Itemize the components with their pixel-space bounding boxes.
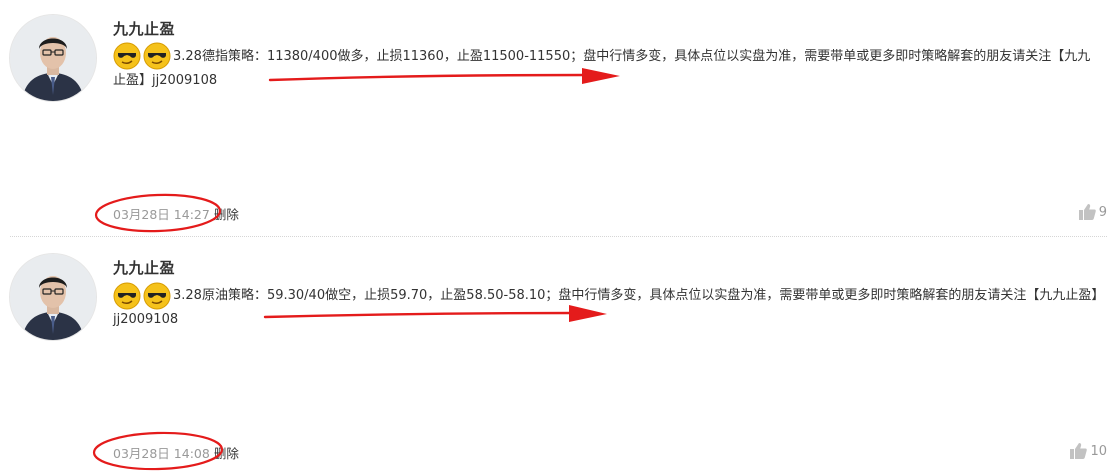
like-count: 9 <box>1098 204 1107 220</box>
author-name[interactable]: 九九止盈 <box>113 257 175 278</box>
post-item: 九九止盈 3.28原油策略：59.30/40做空，止损59.70，止盈58.50… <box>0 237 1117 475</box>
thumbs-up-icon <box>1078 204 1096 220</box>
author-name[interactable]: 九九止盈 <box>113 18 175 39</box>
avatar[interactable] <box>10 254 96 340</box>
post-timestamp: 03月28日 14:08 <box>113 446 210 461</box>
avatar-image <box>10 254 96 340</box>
thumbs-up-icon <box>1070 443 1088 459</box>
post-meta: 03月28日 14:08 删除 <box>113 443 239 462</box>
delete-link[interactable]: 删除 <box>214 204 239 223</box>
like-count: 10 <box>1090 443 1107 459</box>
post-content: 3.28原油策略：59.30/40做空，止损59.70，止盈58.50-58.1… <box>113 288 1098 327</box>
post-timestamp: 03月28日 14:27 <box>113 207 210 222</box>
avatar[interactable] <box>10 15 96 101</box>
post-item: 九九止盈 3.28德指策略：11380/400做多，止损11360，止盈1150… <box>0 0 1117 237</box>
like-button[interactable]: 10 <box>1070 443 1107 459</box>
avatar-image <box>10 15 96 101</box>
delete-link[interactable]: 删除 <box>214 443 239 462</box>
like-button[interactable]: 9 <box>1078 204 1107 220</box>
post-meta: 03月28日 14:27 删除 <box>113 204 239 223</box>
post-content: 3.28德指策略：11380/400做多，止损11360，止盈11500-115… <box>113 49 1091 88</box>
